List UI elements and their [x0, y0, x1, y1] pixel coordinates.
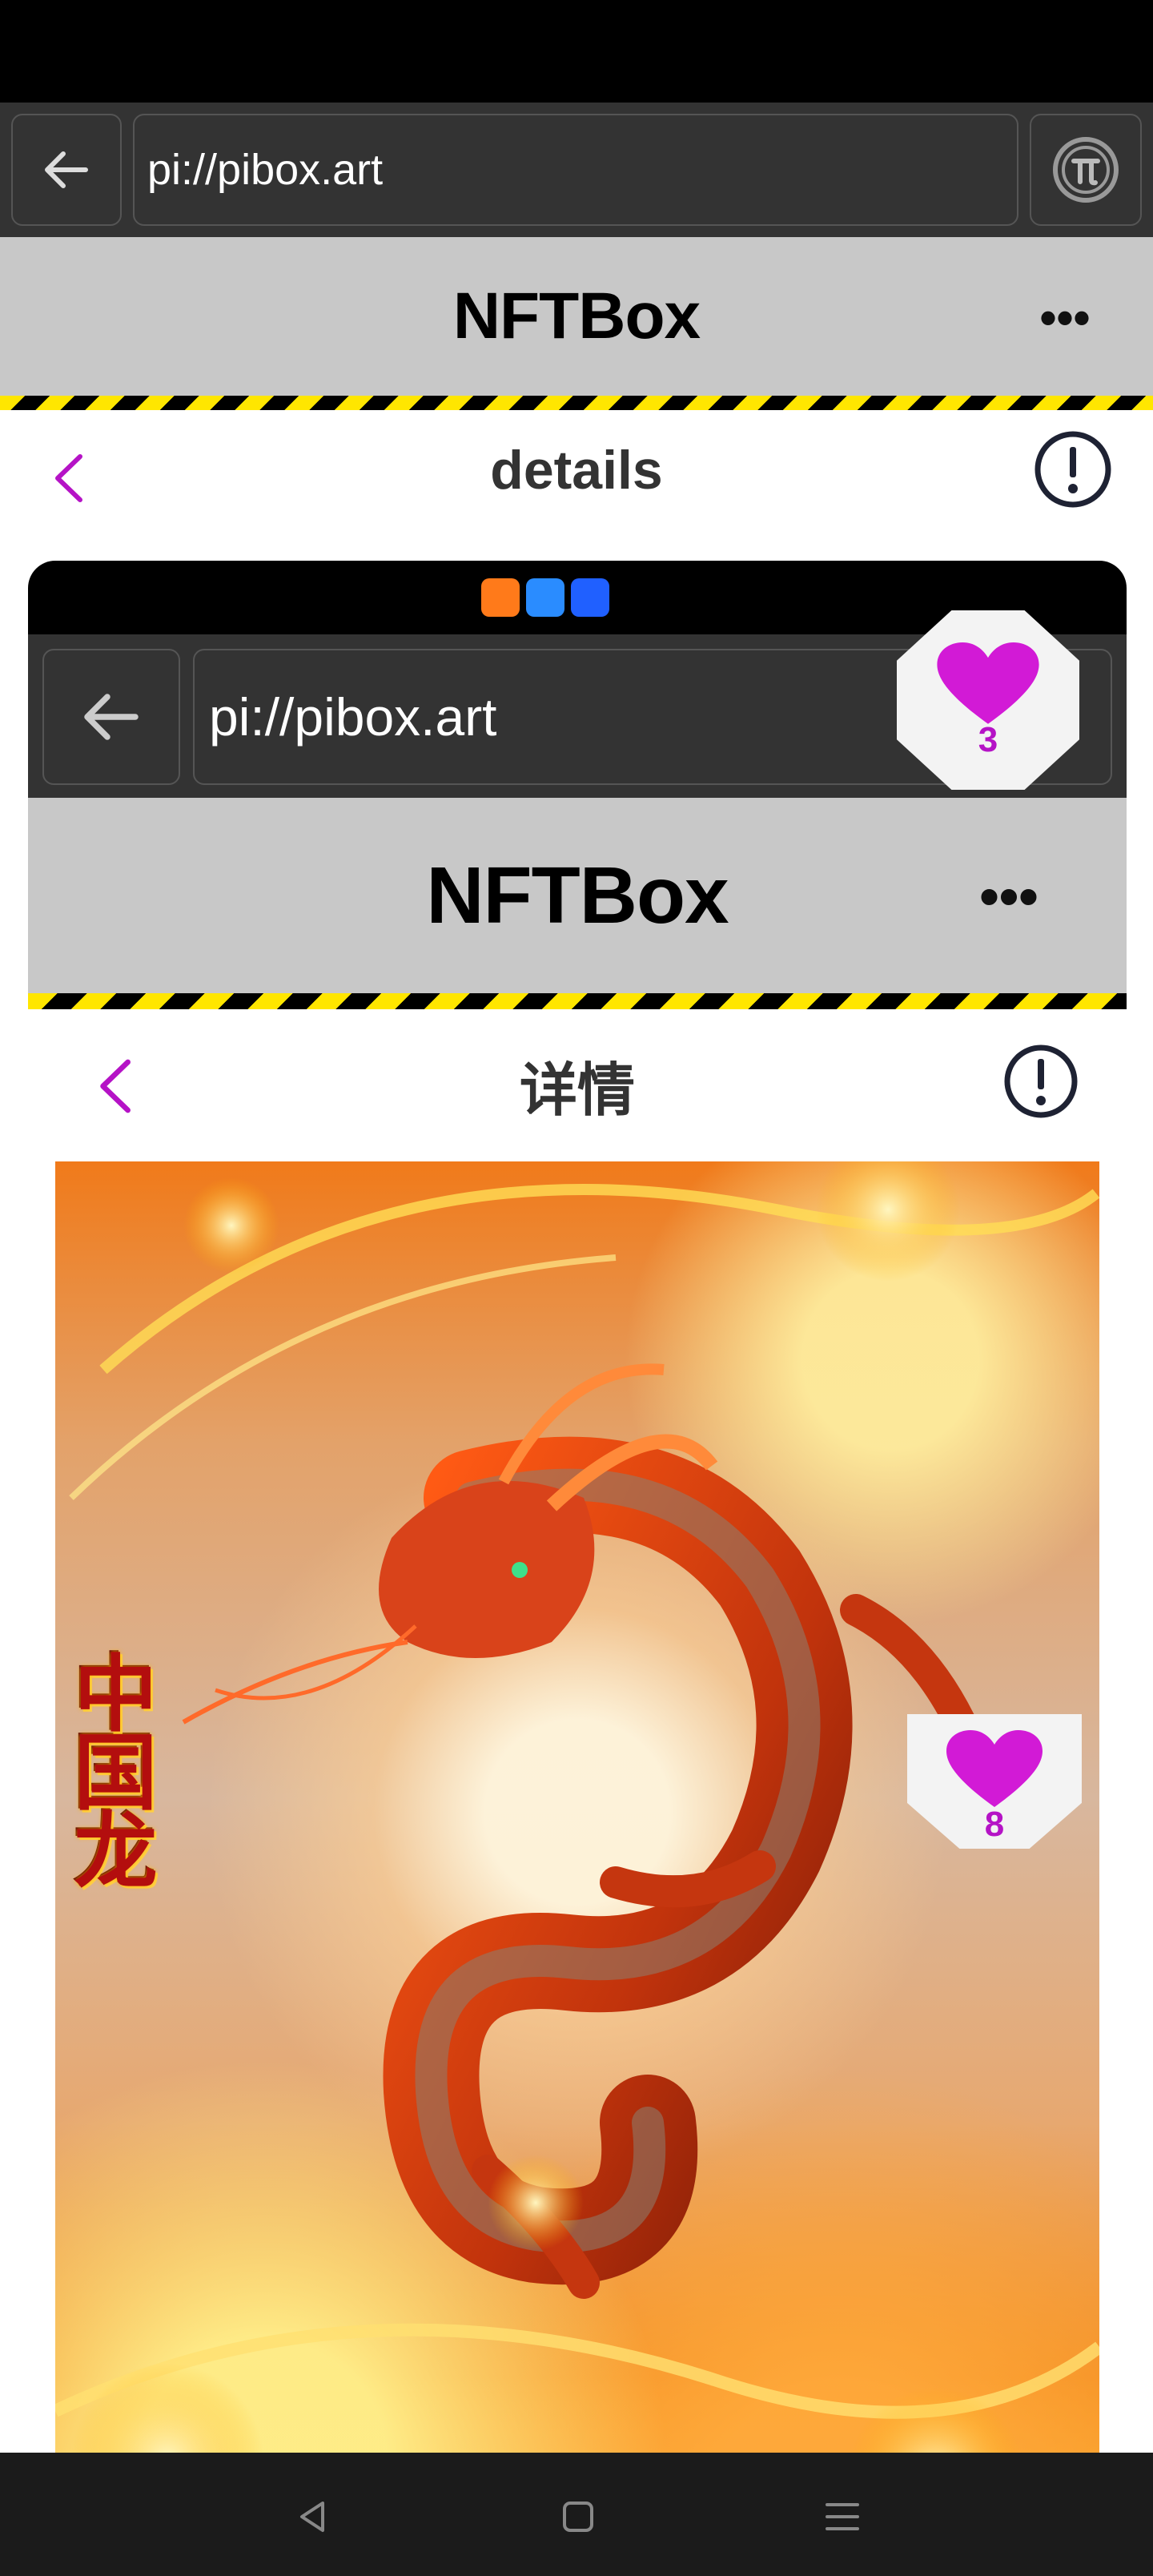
- artwork-like-count: 8: [984, 1805, 1005, 1844]
- app-title: NFTBox: [452, 280, 701, 352]
- dragon-illustration: [55, 1161, 1099, 2563]
- system-nav-bar: [0, 2453, 1153, 2576]
- nav-home-button[interactable]: [546, 2485, 610, 2549]
- page-title: details: [490, 440, 663, 501]
- info-circle-icon: [1004, 1044, 1078, 1118]
- nav-back-button[interactable]: [280, 2485, 344, 2549]
- arrow-left-icon: [45, 151, 88, 188]
- status-app-icons: [481, 578, 609, 618]
- pi-logo-icon: [1053, 137, 1119, 203]
- chevron-left-icon: [100, 1059, 131, 1113]
- status-bar: [0, 0, 1153, 103]
- embedded-info-icon-wrap: [1001, 1041, 1081, 1121]
- shared-screenshot: pi://pibox.art NFTBox ••• 详情 中国龙 8: [28, 561, 1127, 2576]
- video-app-icon: [481, 578, 520, 617]
- artwork-title-label: 中国龙: [59, 1650, 158, 1886]
- pi-browser-button[interactable]: [1030, 114, 1142, 226]
- arrow-left-icon: [84, 694, 139, 740]
- like-count: 3: [978, 720, 998, 759]
- embedded-back-button: [42, 649, 180, 785]
- embedded-details-bar: 详情: [28, 1009, 1127, 1160]
- address-bar-url: pi://pibox.art: [147, 146, 384, 194]
- like-badge[interactable]: 3: [897, 610, 1079, 790]
- chevron-left-icon: [55, 454, 82, 502]
- more-options-button[interactable]: •••: [1033, 285, 1097, 349]
- bulb-app-icon: [571, 578, 609, 617]
- embedded-app-header: NFTBox •••: [28, 798, 1127, 993]
- embedded-back-chevron: [82, 1046, 147, 1126]
- nft-artwork-image[interactable]: 中国龙: [55, 1161, 1099, 2576]
- nav-menu-button[interactable]: [810, 2485, 874, 2549]
- details-bar: details: [0, 410, 1153, 530]
- cloud-app-icon: [526, 578, 564, 617]
- address-bar[interactable]: pi://pibox.art: [133, 114, 1018, 226]
- heart-icon: [937, 642, 1039, 724]
- nav-menu-icon: [826, 2503, 859, 2530]
- heart-icon: [946, 1730, 1043, 1807]
- embedded-more-options: •••: [979, 865, 1039, 928]
- embedded-app-title: NFTBox: [426, 850, 729, 940]
- embedded-hazard-stripe: [28, 993, 1127, 1009]
- back-button[interactable]: [40, 442, 96, 514]
- info-button[interactable]: [1033, 429, 1113, 509]
- browser-back-button[interactable]: [11, 114, 122, 226]
- embedded-address-bar-url: pi://pibox.art: [209, 687, 497, 747]
- embedded-page-title: 详情: [519, 1058, 635, 1123]
- info-circle-icon: [1034, 431, 1111, 508]
- browser-bar: pi://pibox.art: [0, 103, 1153, 237]
- hazard-stripe-divider: [0, 396, 1153, 410]
- nav-back-icon: [300, 2502, 324, 2532]
- nav-home-icon: [563, 2502, 593, 2532]
- app-header: NFTBox •••: [0, 237, 1153, 396]
